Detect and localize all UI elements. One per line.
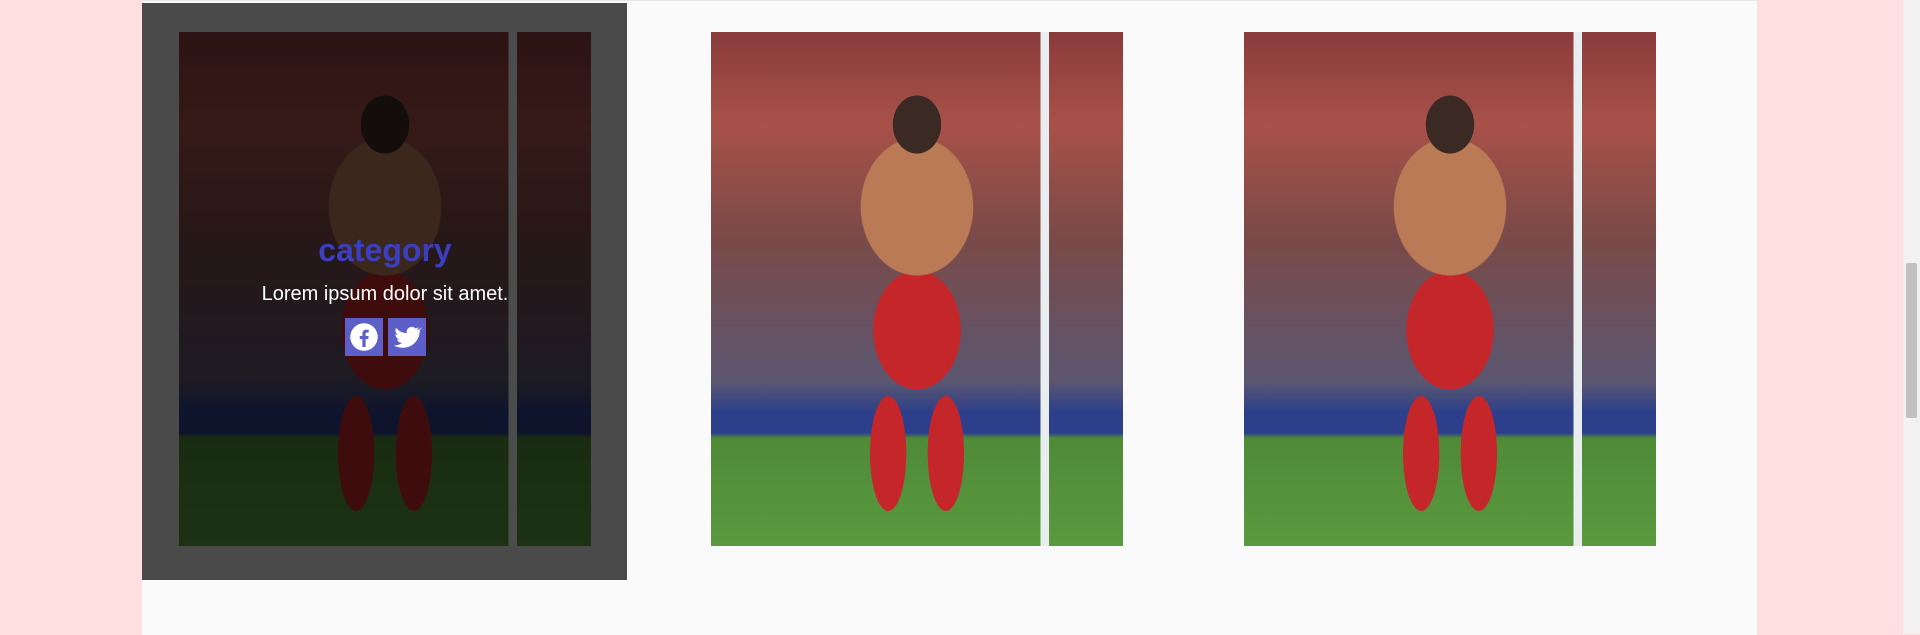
gallery-container: category Lorem ipsum dolor sit amet.: [142, 0, 1757, 635]
page-scrollbar[interactable]: [1903, 0, 1920, 634]
player-photo: [1244, 32, 1656, 546]
card-title: category: [318, 232, 452, 268]
twitter-button[interactable]: [387, 318, 426, 356]
facebook-icon: [349, 323, 378, 351]
gallery-card-3[interactable]: [1244, 32, 1656, 546]
social-links: [179, 318, 591, 356]
scrollbar-thumb[interactable]: [1906, 263, 1917, 418]
card-description: Lorem ipsum dolor sit amet.: [261, 283, 509, 305]
gallery-card-1[interactable]: category Lorem ipsum dolor sit amet.: [179, 32, 591, 546]
gallery-card-2[interactable]: [711, 32, 1123, 546]
twitter-icon: [393, 326, 422, 348]
facebook-button[interactable]: [344, 318, 383, 356]
player-photo: [711, 32, 1123, 546]
card-content: category Lorem ipsum dolor sit amet.: [179, 232, 591, 356]
